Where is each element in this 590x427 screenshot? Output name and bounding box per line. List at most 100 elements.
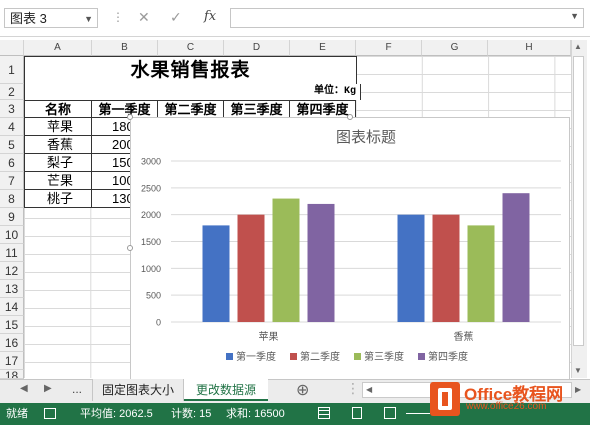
y-tick-label: 0: [156, 318, 161, 328]
col-header-d[interactable]: D: [224, 40, 290, 56]
normal-view-icon[interactable]: [318, 407, 330, 419]
formula-input[interactable]: ▼: [230, 8, 584, 28]
y-tick-label: 500: [146, 291, 161, 301]
table-cell-name[interactable]: 苹果: [24, 118, 92, 136]
row-header[interactable]: 17: [0, 352, 24, 370]
page-break-icon[interactable]: [384, 407, 396, 419]
table-cell-name[interactable]: 桃子: [24, 190, 92, 208]
select-all-corner[interactable]: [0, 40, 24, 56]
col-header-f[interactable]: F: [356, 40, 422, 56]
watermark-logo: Office教程网 www.office26.com: [428, 376, 588, 422]
x-tick-label: 苹果: [259, 330, 279, 343]
zoom-slider[interactable]: [406, 413, 430, 414]
insert-function-button[interactable]: fx: [204, 9, 216, 24]
bar: [202, 225, 230, 322]
bar: [432, 214, 460, 322]
bar: [307, 203, 335, 322]
chart-object[interactable]: 图表标题 0 500 1000 1500 2000 2500 3000 苹果 香蕉第一季度 第二季度…: [130, 117, 570, 380]
status-average: 平均值: 2062.5: [80, 408, 153, 420]
y-tick-label: 1500: [141, 237, 161, 247]
row-header[interactable]: 1: [0, 56, 24, 84]
status-sum: 求和: 16500: [226, 408, 285, 420]
add-sheet-icon[interactable]: ⊕: [296, 380, 309, 400]
table-cell-name[interactable]: 梨子: [24, 154, 92, 172]
scroll-left-icon[interactable]: ◀: [366, 385, 372, 394]
y-tick-label: 2000: [141, 210, 161, 220]
legend-swatch: [418, 353, 425, 360]
row-header[interactable]: 15: [0, 316, 24, 334]
expand-formula-icon[interactable]: ▼: [570, 11, 579, 21]
row-header[interactable]: 18: [0, 370, 24, 379]
resize-handle[interactable]: [347, 114, 353, 120]
tab-scroll-left-icon[interactable]: ◀: [20, 383, 28, 394]
status-count: 计数: 15: [171, 408, 212, 420]
page-layout-icon[interactable]: [352, 407, 362, 419]
legend-label: 第三季度: [364, 350, 404, 363]
bar: [397, 214, 425, 322]
resize-handle[interactable]: [127, 114, 133, 120]
header-q1[interactable]: 第一季度: [92, 100, 158, 118]
row-header[interactable]: 9: [0, 208, 24, 226]
header-q2[interactable]: 第二季度: [158, 100, 224, 118]
bar: [272, 198, 300, 322]
legend-swatch: [290, 353, 297, 360]
table-cell-name[interactable]: 香蕉: [24, 136, 92, 154]
bar: [467, 225, 495, 322]
scroll-up-icon[interactable]: ▲: [574, 42, 582, 51]
col-header-a[interactable]: A: [24, 40, 92, 56]
row-header[interactable]: 3: [0, 100, 24, 118]
formula-bar-grip-icon: ⋮: [112, 10, 124, 24]
more-tabs-button[interactable]: ...: [72, 382, 82, 396]
tab-scroll-right-icon[interactable]: ▶: [44, 383, 52, 394]
tab-split-grip-icon[interactable]: ⋮: [346, 380, 360, 397]
header-name[interactable]: 名称: [24, 100, 92, 118]
x-tick-label: 香蕉: [454, 331, 474, 343]
chart-svg: 图表标题 0 500 1000 1500 2000 2500 3000 苹果 香蕉第一季度 第二季度…: [141, 129, 561, 363]
row-header[interactable]: 7: [0, 172, 24, 190]
col-header-c[interactable]: C: [158, 40, 224, 56]
row-header[interactable]: 2: [0, 84, 24, 100]
row-header[interactable]: 13: [0, 280, 24, 298]
macro-record-icon[interactable]: [44, 408, 56, 419]
row-header[interactable]: 12: [0, 262, 24, 280]
legend-label: 第一季度: [236, 350, 276, 363]
enter-icon[interactable]: ✓: [170, 9, 182, 26]
col-header-g[interactable]: G: [422, 40, 488, 56]
col-header-h[interactable]: H: [488, 40, 571, 56]
col-header-e[interactable]: E: [290, 40, 356, 56]
y-tick-label: 1000: [141, 264, 161, 274]
y-tick-label: 3000: [141, 157, 161, 167]
unit-label[interactable]: 单位：Kg: [24, 84, 361, 100]
row-header[interactable]: 6: [0, 154, 24, 172]
name-box-value: 图表 3: [10, 11, 47, 26]
y-tick-label: 2500: [141, 183, 161, 193]
chart-title: 图表标题: [336, 129, 396, 146]
scrollbar-thumb[interactable]: [573, 56, 584, 346]
legend-swatch: [354, 353, 361, 360]
tab-change-data-source[interactable]: 更改数据源: [184, 379, 268, 401]
header-q3[interactable]: 第三季度: [224, 100, 290, 118]
chevron-down-icon[interactable]: ▼: [84, 9, 93, 29]
row-header[interactable]: 14: [0, 298, 24, 316]
col-header-b[interactable]: B: [92, 40, 158, 56]
row-header[interactable]: 8: [0, 190, 24, 208]
row-header[interactable]: 16: [0, 334, 24, 352]
row-header[interactable]: 5: [0, 136, 24, 154]
tab-fixed-chart-size[interactable]: 固定图表大小: [92, 379, 184, 401]
legend-label: 第四季度: [428, 350, 468, 363]
scroll-down-icon[interactable]: ▼: [574, 366, 582, 375]
bar: [237, 214, 265, 322]
row-header[interactable]: 11: [0, 244, 24, 262]
row-header[interactable]: 10: [0, 226, 24, 244]
legend-swatch: [226, 353, 233, 360]
name-box[interactable]: 图表 3 ▼: [4, 8, 98, 28]
legend-label: 第二季度: [300, 350, 340, 363]
row-header[interactable]: 4: [0, 118, 24, 136]
status-ready: 就绪: [6, 408, 28, 420]
resize-handle[interactable]: [127, 245, 133, 251]
cancel-icon[interactable]: ✕: [138, 9, 150, 26]
watermark-url: www.office26.com: [466, 401, 547, 412]
table-cell-name[interactable]: 芒果: [24, 172, 92, 190]
bar: [502, 193, 530, 322]
sheet-title[interactable]: 水果销售报表: [24, 56, 357, 86]
